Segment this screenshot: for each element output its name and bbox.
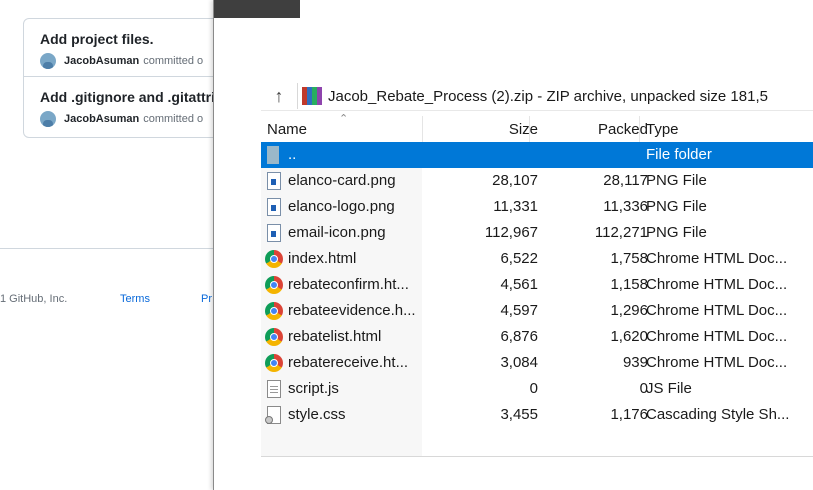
chrome-icon [265,302,283,320]
file-name: script.js [288,380,339,397]
file-list-header: Name ⌃ Size Packed Type [261,113,813,143]
file-name: rebateconfirm.ht... [288,276,409,293]
commit-title[interactable]: Add project files. [40,31,203,47]
png-file-icon [267,172,281,190]
file-size: 6,876 [500,328,538,345]
file-name: email-icon.png [288,224,386,241]
avatar[interactable] [40,111,56,127]
file-name: elanco-card.png [288,172,396,189]
file-type: PNG File [646,224,707,241]
file-type: Chrome HTML Doc... [646,276,788,293]
file-size: 28,107 [492,172,538,189]
file-row[interactable]: email-icon.png 112,967 112,271 PNG File [261,220,813,246]
file-name: index.html [288,250,357,267]
column-header-name[interactable]: Name [267,121,307,138]
file-packed-size: 112,271 [594,224,648,241]
chrome-icon [265,328,283,346]
file-row[interactable]: .. File folder [261,142,813,168]
png-file-icon [267,198,281,216]
file-type: PNG File [646,198,707,215]
file-type: PNG File [646,172,707,189]
commit-item[interactable]: Add .gitignore and .gitattrib JacobAsuma… [40,89,224,127]
file-type: Chrome HTML Doc... [646,328,788,345]
column-header-packed[interactable]: Packed [598,121,648,138]
file-packed-size: 1,758 [610,250,648,267]
file-row[interactable]: index.html 6,522 1,758 Chrome HTML Doc... [261,246,813,272]
footer-privacy-link[interactable]: Pr [201,293,212,305]
commit-item[interactable]: Add project files. JacobAsuman committed… [40,31,203,69]
file-list: Name ⌃ Size Packed Type .. File folder ela… [261,113,813,457]
file-packed-size: 1,296 [610,302,648,319]
file-packed-size: 939 [622,354,648,371]
commit-action: committed o [143,113,204,125]
file-type: Cascading Style Sh... [646,406,790,423]
file-type: Chrome HTML Doc... [646,302,788,319]
file-row[interactable]: elanco-logo.png 11,331 11,336 PNG File [261,194,813,220]
file-row[interactable]: script.js 0 0 JS File [261,376,813,402]
file-name: .. [288,146,297,163]
file-packed-size: 28,117 [603,172,648,189]
file-size: 4,561 [500,276,538,293]
file-row[interactable]: rebatelist.html 6,876 1,620 Chrome HTML Doc… [261,324,813,350]
chrome-icon [265,250,283,268]
chrome-icon [265,276,283,294]
sort-caret-icon: ⌃ [339,113,349,125]
address-bar: ↑ Jacob_Rebate_Process (2).zip - ZIP arc… [261,82,813,111]
file-name: rebatereceive.ht... [288,354,409,371]
file-type: Chrome HTML Doc... [646,354,788,371]
file-row[interactable]: rebateconfirm.ht... 4,561 1,158 Chrome HTML… [261,272,813,298]
footer-divider [0,248,215,249]
chrome-icon [265,354,283,372]
png-file-icon [267,224,281,242]
commit-author[interactable]: JacobAsuman [64,55,139,67]
file-type: File folder [646,146,712,163]
footer-terms-link[interactable]: Terms [120,293,150,305]
js-file-icon [267,380,281,398]
file-row[interactable]: elanco-card.png 28,107 28,117 PNG File [261,168,813,194]
archive-window: ↑ Jacob_Rebate_Process (2).zip - ZIP arc… [213,0,813,490]
avatar[interactable] [40,53,56,69]
commit-title[interactable]: Add .gitignore and .gitattrib [40,89,224,105]
file-packed-size: 1,158 [610,276,648,293]
file-size: 4,597 [500,302,538,319]
file-name: rebateevidence.h... [288,302,416,319]
file-row[interactable]: rebatereceive.ht... 3,084 939 Chrome HTML D… [261,350,813,376]
commit-author[interactable]: JacobAsuman [64,113,139,125]
file-packed-size: 1,620 [610,328,648,345]
file-size: 11,331 [493,198,538,215]
css-file-icon [265,406,281,424]
file-list-bottom-border [261,456,813,457]
file-packed-size: 11,336 [603,198,648,215]
folder-icon [267,146,279,164]
file-size: 0 [529,380,538,397]
up-folder-button[interactable]: ↑ [261,83,298,109]
footer-copyright: 1 GitHub, Inc. [0,293,68,305]
commit-action: committed o [143,55,204,67]
file-size: 3,455 [500,406,538,423]
file-type: JS File [646,380,692,397]
file-size: 3,084 [500,354,538,371]
column-header-type[interactable]: Type [646,121,679,138]
file-name: rebatelist.html [288,328,382,345]
file-row[interactable]: style.css 3,455 1,176 Cascading Style Sh... [261,402,813,428]
zip-archive-icon [302,87,322,105]
window-top-bar [214,0,300,18]
file-row[interactable]: rebateevidence.h... 4,597 1,296 Chrome HTML… [261,298,813,324]
file-type: Chrome HTML Doc... [646,250,788,267]
file-name: style.css [288,406,346,423]
file-size: 6,522 [500,250,538,267]
file-packed-size: 1,176 [610,406,648,423]
archive-path: Jacob_Rebate_Process (2).zip - ZIP archi… [328,87,768,105]
arrow-up-icon: ↑ [274,85,284,106]
column-header-size[interactable]: Size [509,121,538,138]
file-name: elanco-logo.png [288,198,395,215]
file-size: 112,967 [484,224,538,241]
